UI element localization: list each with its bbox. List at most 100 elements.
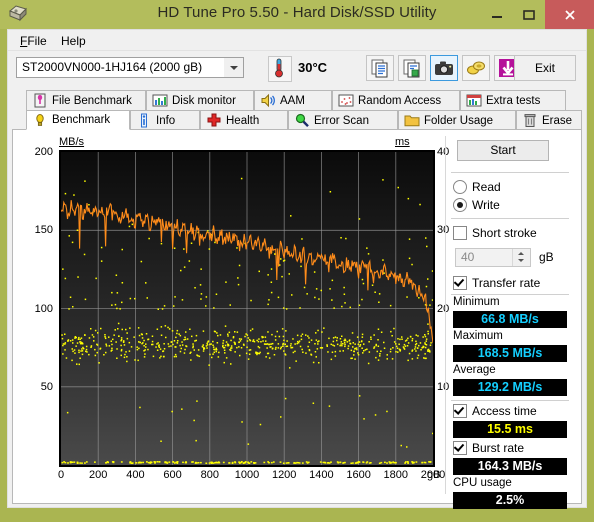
checkbox-transfer-rate-box[interactable] <box>453 276 467 290</box>
chart-y-tick: 50 <box>40 380 53 393</box>
tab-health[interactable]: Health <box>200 110 288 130</box>
radio-write[interactable]: Write <box>453 198 500 212</box>
drive-select[interactable]: ST2000VN000-1HJ164 (2000 gB) <box>16 57 244 78</box>
tab-disk-monitor-label: Disk monitor <box>172 94 236 107</box>
checkbox-burst-rate[interactable]: Burst rate <box>453 441 524 455</box>
info-icon <box>136 113 152 128</box>
bar-chart-icon <box>152 93 168 108</box>
trash-icon <box>522 113 538 128</box>
divider-2 <box>451 218 569 219</box>
speaker-icon <box>260 93 276 108</box>
minimize-button[interactable] <box>481 0 513 29</box>
copy-image-icon[interactable] <box>398 55 426 81</box>
tab-folder-usage[interactable]: Folder Usage <box>398 110 516 130</box>
short-stroke-unit: gB <box>539 250 554 264</box>
menu-bar: FFile Help <box>8 30 586 51</box>
burst-rate-value: 164.3 MB/s <box>453 458 567 475</box>
minimum-value: 66.8 MB/s <box>453 311 567 328</box>
tab-benchmark[interactable]: Benchmark <box>26 110 130 130</box>
chart-y2-axis-label: ms <box>395 136 410 148</box>
checkbox-short-stroke[interactable]: Short stroke <box>453 226 537 240</box>
maximum-label: Maximum <box>453 330 503 342</box>
short-stroke-value: 40 <box>461 250 475 264</box>
scatter-icon <box>338 93 354 108</box>
file-benchmark-icon <box>32 93 48 108</box>
cpu-usage-value: 2.5% <box>453 492 567 509</box>
temperature-display: 30°C <box>266 55 360 82</box>
checkbox-transfer-rate-label: Transfer rate <box>472 276 541 290</box>
cpu-usage-label: CPU usage <box>453 477 512 489</box>
benchmark-panel: MB/s ms 50 100 150 200 10 20 30 40 0 200 400 600 8… <box>12 129 582 509</box>
drive-select-value: ST2000VN000-1HJ164 (2000 gB) <box>22 60 203 74</box>
tab-health-label: Health <box>226 114 260 127</box>
tab-file-benchmark[interactable]: File Benchmark <box>26 90 146 110</box>
checkbox-transfer-rate[interactable]: Transfer rate <box>453 276 540 290</box>
chart-x-tick: 200 <box>89 469 108 481</box>
tab-info[interactable]: Info <box>130 110 200 130</box>
chart-x-tick: 0 <box>57 469 65 481</box>
coins-icon[interactable] <box>462 55 490 81</box>
lightbulb-icon <box>32 113 48 128</box>
menu-help[interactable]: Help <box>54 33 93 49</box>
tab-folder-usage-label: Folder Usage <box>424 114 494 127</box>
exit-button[interactable]: Exit <box>514 55 576 81</box>
checkbox-access-time[interactable]: Access time <box>453 404 537 418</box>
chart-y-axis-label: MB/s <box>59 136 85 148</box>
camera-icon[interactable] <box>430 55 458 81</box>
chart-y-tick: 200 <box>34 146 53 158</box>
radio-read[interactable]: Read <box>453 180 501 194</box>
radio-read-indicator[interactable] <box>453 180 467 194</box>
tab-info-label: Info <box>156 114 176 127</box>
menu-file[interactable]: FFile <box>13 33 54 49</box>
extra-tests-icon <box>466 93 482 108</box>
short-stroke-input[interactable]: 40 <box>455 248 531 267</box>
chart-x-tick: 1600 <box>346 469 371 481</box>
app-window: HD Tune Pro 5.50 - Hard Disk/SSD Utility… <box>0 0 594 522</box>
panel-divider <box>445 136 446 494</box>
tab-benchmark-label: Benchmark <box>52 114 111 126</box>
thermometer-icon <box>268 56 292 82</box>
checkbox-burst-rate-label: Burst rate <box>472 441 525 455</box>
tab-erase[interactable]: Erase <box>516 110 582 130</box>
tab-aam[interactable]: AAM <box>254 90 332 110</box>
tab-error-scan[interactable]: Error Scan <box>288 110 398 130</box>
radio-read-label: Read <box>472 180 501 194</box>
tab-random-access-label: Random Access <box>358 94 442 107</box>
tab-disk-monitor[interactable]: Disk monitor <box>146 90 254 110</box>
radio-write-label: Write <box>472 198 500 212</box>
menu-file-rest: File <box>27 34 47 48</box>
start-button[interactable]: Start <box>457 140 549 161</box>
maximize-button[interactable] <box>513 0 545 29</box>
tab-random-access[interactable]: Random Access <box>332 90 460 110</box>
title-bar: HD Tune Pro 5.50 - Hard Disk/SSD Utility <box>0 0 594 29</box>
temperature-value: 30°C <box>298 60 328 75</box>
divider-3 <box>451 294 569 295</box>
chevron-down-icon[interactable] <box>224 58 243 77</box>
tab-strip: File Benchmark Disk monitor AAM Random A… <box>12 90 582 130</box>
chart-y-tick: 150 <box>34 224 53 237</box>
tab-row-top: File Benchmark Disk monitor AAM Random A… <box>12 90 582 110</box>
checkbox-burst-rate-box[interactable] <box>453 441 467 455</box>
chart-x-tick: 800 <box>200 469 219 481</box>
short-stroke-stepper[interactable] <box>512 249 530 266</box>
checkbox-short-stroke-label: Short stroke <box>472 226 537 240</box>
tab-row-bottom: Benchmark Info Health Error Scan Folder … <box>12 110 582 130</box>
close-button[interactable] <box>545 0 594 29</box>
tab-erase-label: Erase <box>542 114 573 127</box>
average-value: 129.2 MB/s <box>453 379 567 396</box>
chart-canvas <box>61 152 433 465</box>
tab-extra-tests[interactable]: Extra tests <box>460 90 566 110</box>
client-area: FFile Help ST2000VN000-1HJ164 (2000 gB) … <box>7 29 587 509</box>
chart-x-tick: 1800 <box>383 469 409 481</box>
health-cross-icon <box>206 113 222 128</box>
radio-write-indicator[interactable] <box>453 198 467 212</box>
checkbox-short-stroke-box[interactable] <box>453 226 467 240</box>
maximum-value: 168.5 MB/s <box>453 345 567 362</box>
chart-x-tick: 1400 <box>309 469 334 481</box>
minimum-label: Minimum <box>453 296 500 308</box>
chart-x-tick: 1000 <box>234 469 260 481</box>
options-panel: Start Read Write Short stroke 40 gB Tran… <box>449 136 575 509</box>
checkbox-access-time-box[interactable] <box>453 404 467 418</box>
tab-extra-tests-label: Extra tests <box>486 94 541 107</box>
copy-icon[interactable] <box>366 55 394 81</box>
